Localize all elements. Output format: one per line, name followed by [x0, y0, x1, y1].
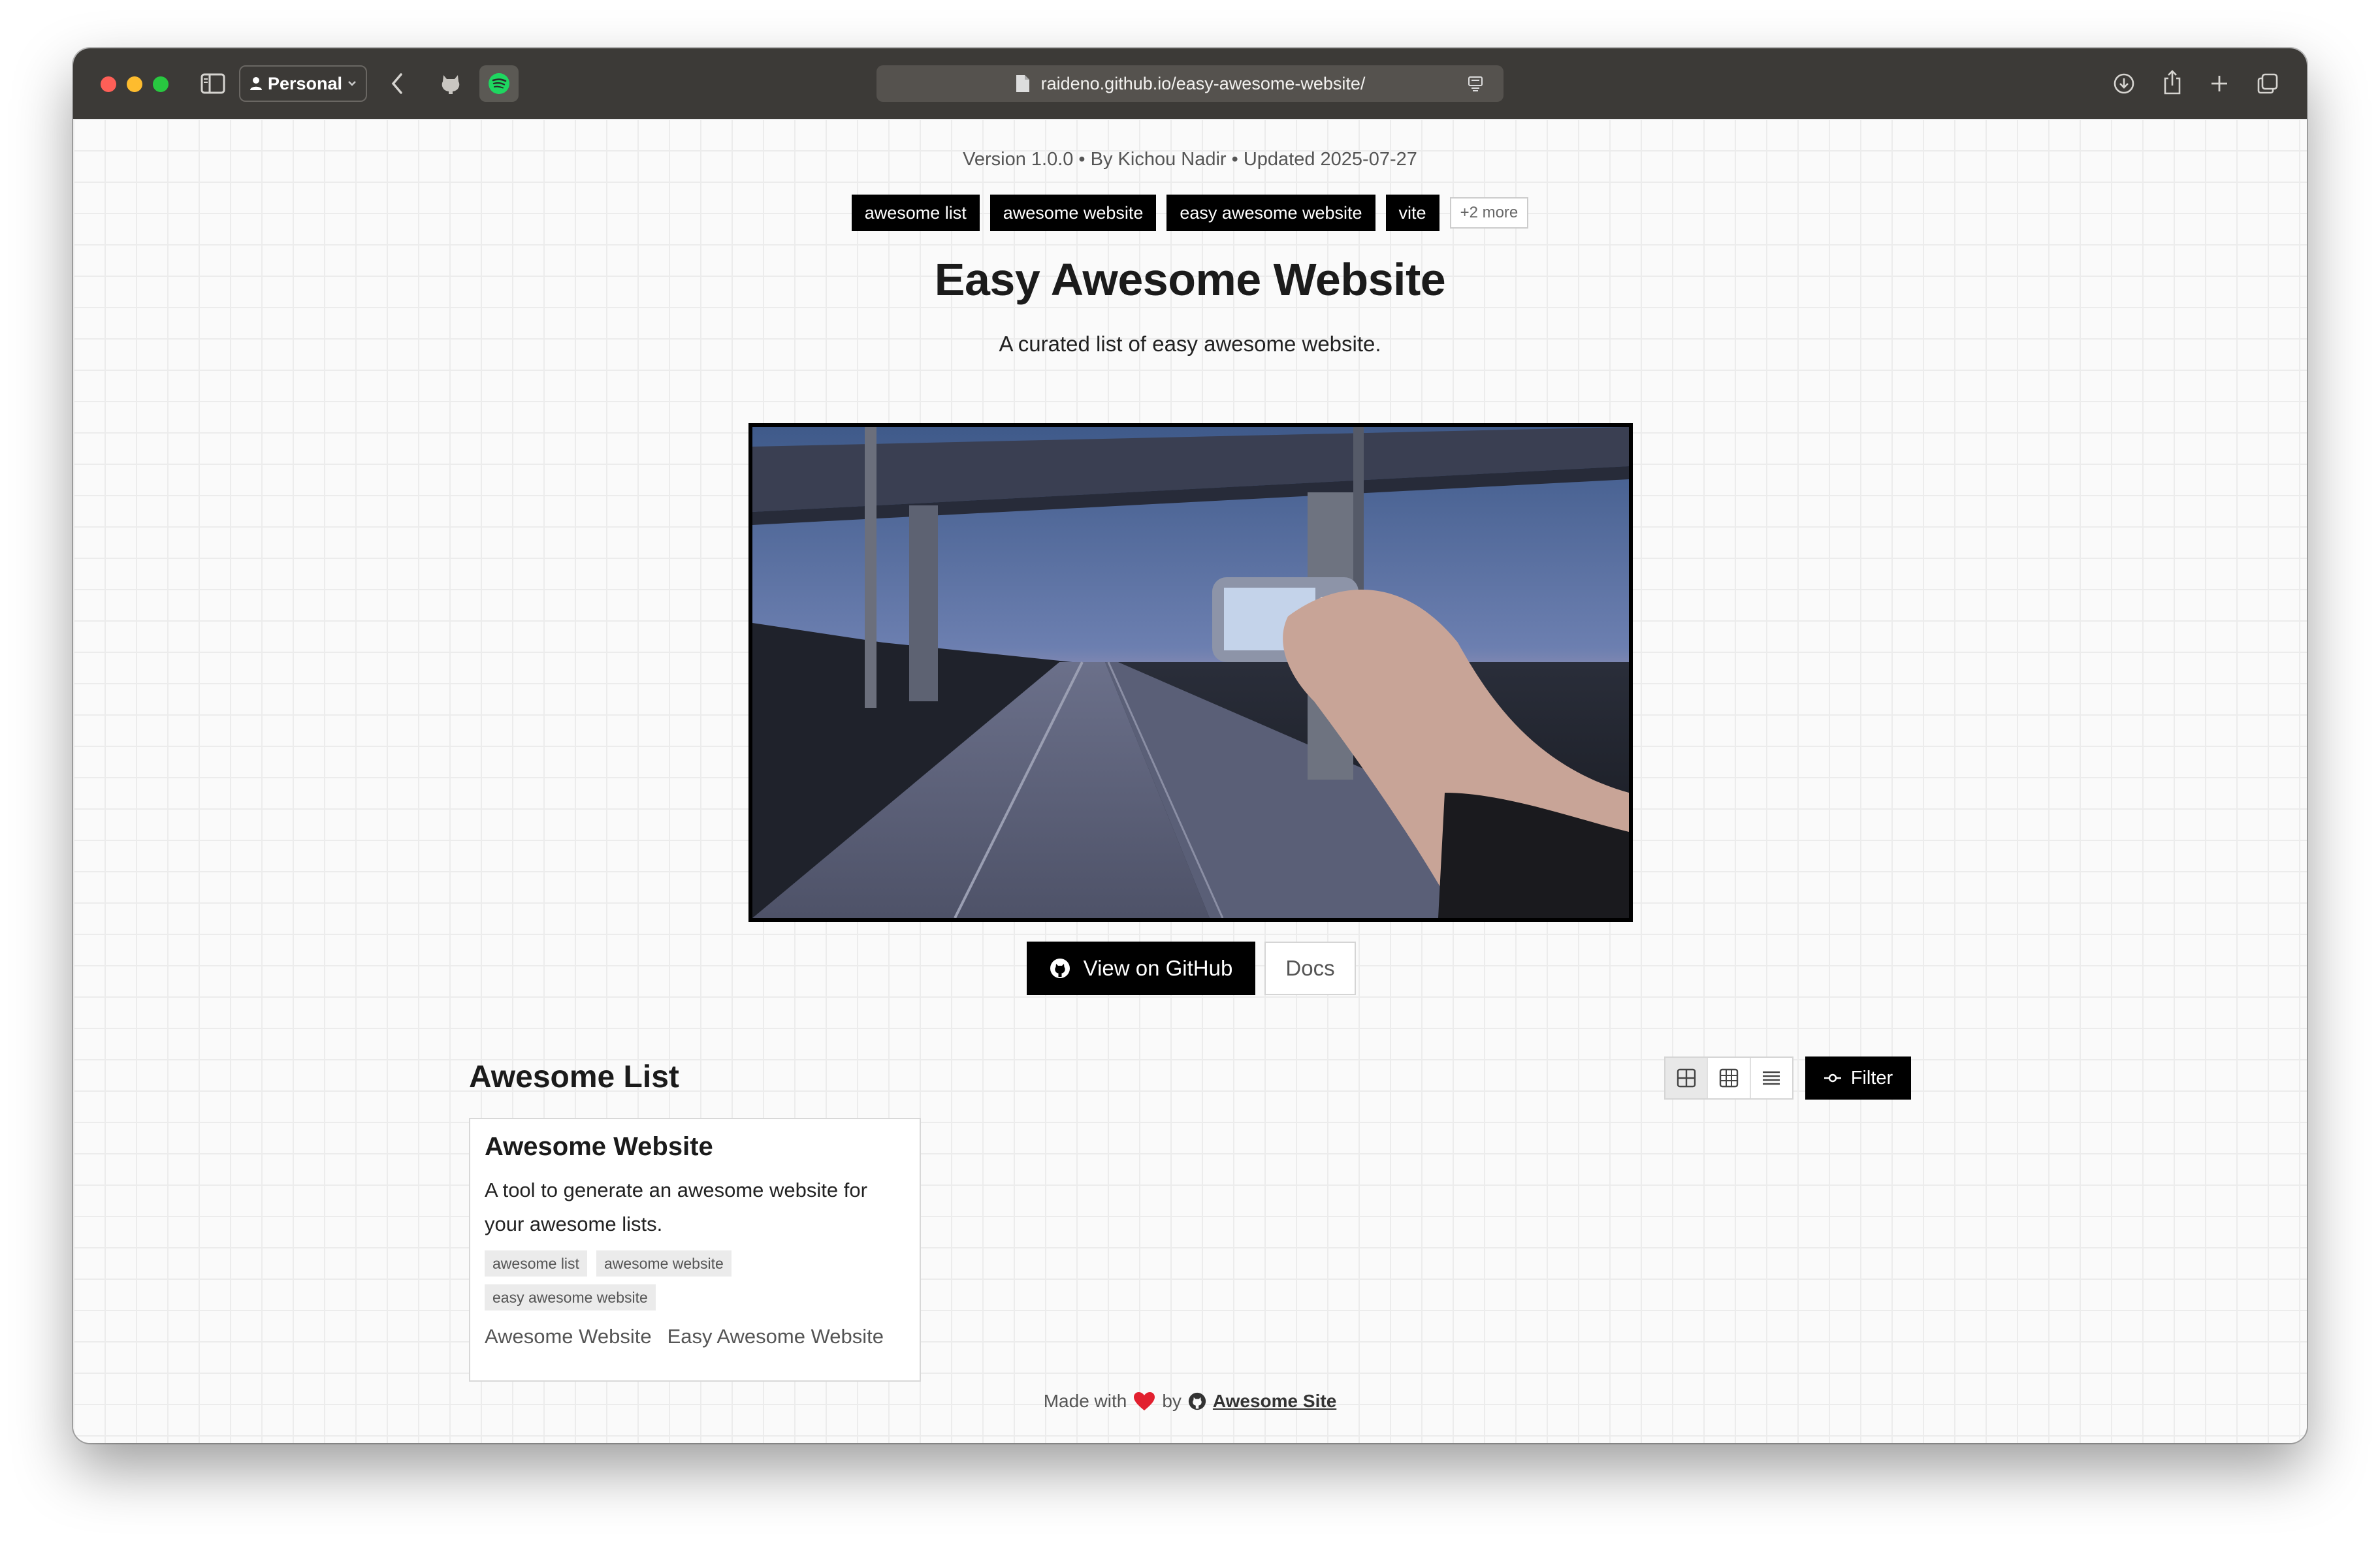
person-icon — [250, 77, 262, 90]
view-on-github-button[interactable]: View on GitHub — [1027, 942, 1255, 995]
filter-button[interactable]: Filter — [1805, 1056, 1911, 1100]
list-view-button[interactable] — [1749, 1058, 1792, 1098]
card-tag[interactable]: awesome list — [485, 1250, 587, 1277]
card-tags: awesome list awesome website easy awesom… — [485, 1250, 785, 1311]
page-content: Version 1.0.0 • By Kichou Nadir • Update… — [73, 119, 2307, 1443]
card-tag[interactable]: easy awesome website — [485, 1284, 656, 1311]
address-bar[interactable]: raideno.github.io/easy-awesome-website/ — [876, 65, 1504, 102]
tabs-overview-icon[interactable] — [2255, 71, 2281, 97]
footer: Made with by Awesome Site — [73, 1391, 2307, 1412]
footer-site-link[interactable]: Awesome Site — [1213, 1391, 1336, 1412]
reader-icon[interactable] — [1467, 75, 1484, 92]
github-button-label: View on GitHub — [1083, 956, 1233, 980]
header-tag[interactable]: awesome list — [851, 195, 980, 231]
section-title: Awesome List — [469, 1060, 679, 1094]
new-tab-icon[interactable] — [2206, 71, 2232, 97]
header-tag[interactable]: vite — [1385, 195, 1439, 231]
footer-made-with: Made with — [1043, 1391, 1127, 1411]
docs-button-label: Docs — [1285, 956, 1335, 980]
url-text: raideno.github.io/easy-awesome-website/ — [1040, 73, 1366, 93]
page-title: Easy Awesome Website — [934, 254, 1446, 305]
minimize-window-button[interactable] — [127, 76, 142, 92]
card-links: Awesome Website Easy Awesome Website — [485, 1325, 905, 1348]
filter-button-label: Filter — [1850, 1067, 1893, 1088]
header-tag[interactable]: easy awesome website — [1166, 195, 1375, 231]
header-tags: awesome list awesome website easy awesom… — [73, 195, 2307, 231]
profile-label: Personal — [268, 73, 343, 93]
hero-image — [748, 423, 1633, 922]
footer-by: by — [1162, 1391, 1182, 1411]
large-grid-view-button[interactable] — [1665, 1058, 1707, 1098]
version-meta: Version 1.0.0 • By Kichou Nadir • Update… — [963, 149, 1417, 170]
share-icon[interactable] — [2159, 68, 2185, 97]
github-icon — [1188, 1392, 1206, 1410]
filter-icon — [1824, 1073, 1841, 1083]
grid-icon — [1719, 1068, 1739, 1088]
view-mode-toggle — [1664, 1056, 1793, 1100]
page-icon — [1016, 75, 1029, 92]
card-link[interactable]: Awesome Website — [485, 1325, 652, 1348]
zoom-window-button[interactable] — [153, 76, 169, 92]
list-item-card[interactable]: Awesome Website A tool to generate an aw… — [469, 1118, 921, 1382]
title-bar: Personal raideno.github.io/easy-awesome-… — [73, 48, 2307, 119]
spotify-icon — [489, 73, 509, 94]
heart-icon — [1134, 1392, 1155, 1410]
spotify-extension-button[interactable] — [479, 65, 519, 102]
header-tag[interactable]: awesome website — [989, 195, 1157, 231]
github-icon — [1050, 959, 1070, 978]
docs-button[interactable]: Docs — [1264, 942, 1356, 995]
chevron-down-icon — [348, 81, 356, 86]
card-tag[interactable]: awesome website — [596, 1250, 732, 1277]
page-subtitle: A curated list of easy awesome website. — [999, 332, 1381, 356]
download-icon[interactable] — [2111, 71, 2137, 97]
card-description: A tool to generate an awesome website fo… — [485, 1179, 867, 1235]
back-icon[interactable] — [384, 71, 410, 97]
profile-switcher[interactable]: Personal — [239, 65, 367, 102]
browser-window: Personal raideno.github.io/easy-awesome-… — [73, 48, 2307, 1443]
github-extension-icon[interactable] — [436, 69, 465, 98]
card-title[interactable]: Awesome Website — [485, 1132, 905, 1162]
sidebar-icon[interactable] — [200, 72, 226, 95]
list-icon — [1763, 1071, 1780, 1085]
card-link[interactable]: Easy Awesome Website — [667, 1325, 884, 1348]
large-grid-icon — [1677, 1068, 1696, 1088]
more-tags-badge[interactable]: +2 more — [1449, 197, 1529, 229]
grid-view-button[interactable] — [1707, 1058, 1749, 1098]
close-window-button[interactable] — [101, 76, 116, 92]
